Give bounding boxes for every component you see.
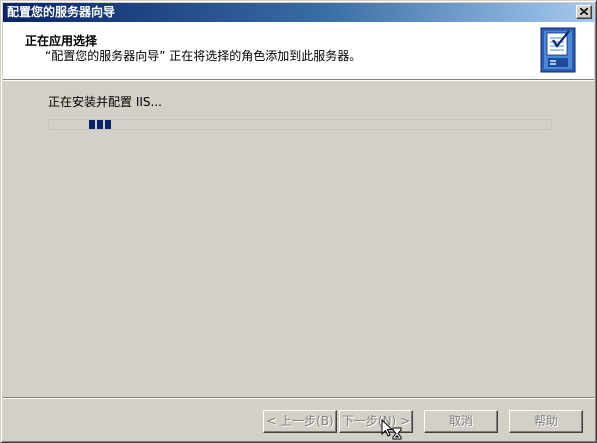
busy-cursor-icon <box>381 419 402 440</box>
progress-block <box>97 120 103 129</box>
close-icon <box>580 8 588 15</box>
close-button[interactable] <box>576 5 592 19</box>
header-separator <box>3 79 594 81</box>
window-title: 配置您的服务器向导 <box>7 5 116 19</box>
page-subtitle: “配置您的服务器向导” 正在将选择的角色添加到此服务器。 <box>45 49 362 63</box>
wizard-window: 配置您的服务器向导 正在应用选择 “配置您的服务器向导” 正在将选择的角色添加到… <box>0 0 597 443</box>
footer-separator <box>3 397 594 399</box>
status-text: 正在安装并配置 IIS... <box>48 95 162 109</box>
cancel-button[interactable]: 取消 <box>424 410 498 433</box>
wizard-header: 正在应用选择 “配置您的服务器向导” 正在将选择的角色添加到此服务器。 <box>3 22 594 79</box>
back-button[interactable]: < 上一步(B) <box>263 410 337 433</box>
title-bar[interactable]: 配置您的服务器向导 <box>3 3 594 22</box>
progress-block <box>89 120 95 129</box>
wizard-checklist-icon <box>540 27 576 73</box>
help-button[interactable]: 帮助 <box>509 410 583 433</box>
progress-block <box>105 120 111 129</box>
progress-bar <box>48 119 552 130</box>
